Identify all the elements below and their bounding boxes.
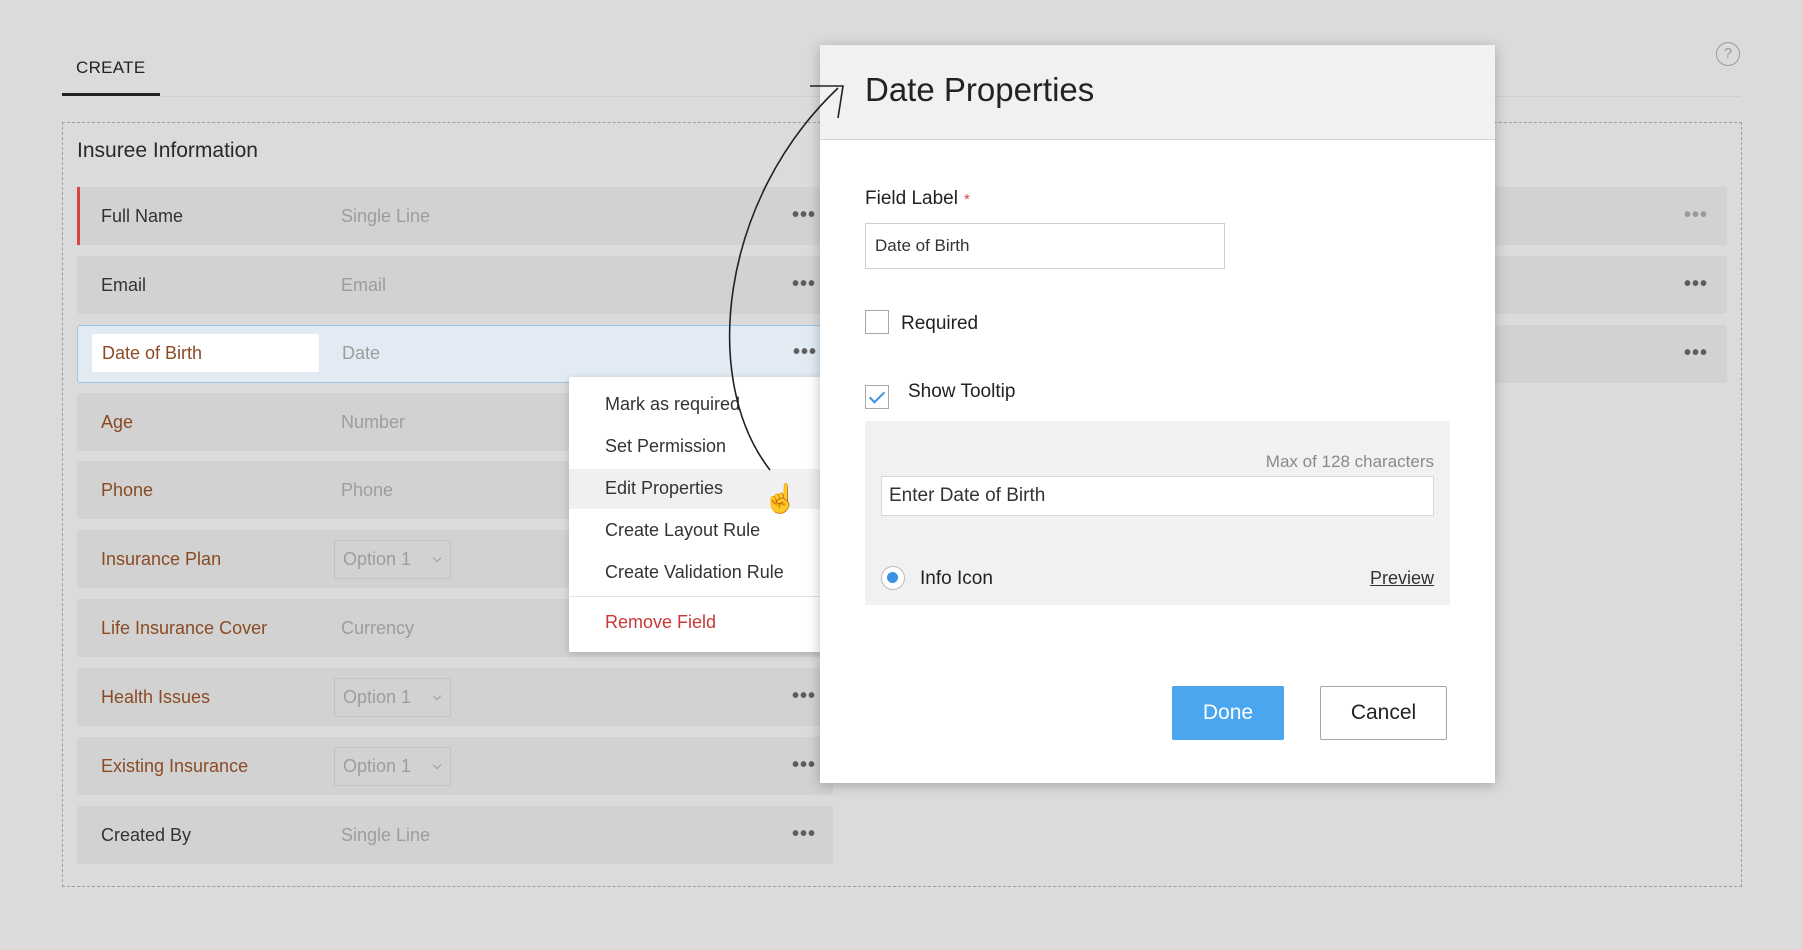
field-type: Single Line <box>341 206 431 226</box>
right-field-row[interactable]: ••• <box>1494 187 1727 245</box>
section-title: Insuree Information <box>77 139 258 162</box>
preview-link[interactable]: Preview <box>1370 568 1434 589</box>
more-options-icon[interactable]: ••• <box>792 754 816 777</box>
field-label: Phone <box>101 480 154 500</box>
hand-cursor-icon: ☝ <box>763 483 798 514</box>
field-label: Email <box>101 275 147 295</box>
required-label: Required <box>901 313 979 334</box>
chevron-down-icon <box>432 553 442 563</box>
show-tooltip-label: Show Tooltip <box>908 381 1016 402</box>
field-label: Life Insurance Cover <box>101 618 268 638</box>
field-row-health-issues[interactable]: Health Issues Option 1 ••• <box>77 668 833 726</box>
field-row-email[interactable]: Email Email ••• <box>77 256 833 314</box>
show-tooltip-checkbox[interactable] <box>865 385 889 409</box>
field-row-full-name[interactable]: Full Name Single Line ••• <box>77 187 833 245</box>
field-label-text: Field Label <box>865 188 958 209</box>
right-field-row[interactable]: ••• <box>1494 325 1727 383</box>
field-type: Currency <box>341 618 415 638</box>
field-type: Single Line <box>341 825 431 845</box>
field-label: Insurance Plan <box>101 549 222 569</box>
field-label: Full Name <box>101 206 184 226</box>
tooltip-settings-panel: Max of 128 characters Info Icon Preview <box>865 421 1450 605</box>
chevron-down-icon <box>432 760 442 770</box>
more-options-icon[interactable]: ••• <box>1684 204 1708 227</box>
field-label-input[interactable] <box>865 223 1225 269</box>
menu-item-mark-required[interactable]: Mark as required <box>605 394 740 415</box>
more-options-icon[interactable]: ••• <box>792 823 816 846</box>
field-row-existing-insurance[interactable]: Existing Insurance Option 1 ••• <box>77 737 833 795</box>
menu-divider <box>569 596 822 597</box>
menu-item-create-layout-rule[interactable]: Create Layout Rule <box>605 520 760 541</box>
field-row-created-by[interactable]: Created By Single Line ••• <box>77 806 833 864</box>
more-options-icon[interactable]: ••• <box>793 341 817 364</box>
select-value: Option 1 <box>343 756 412 776</box>
menu-item-set-permission[interactable]: Set Permission <box>605 436 726 457</box>
field-type: Email <box>341 275 387 295</box>
more-options-icon[interactable]: ••• <box>1684 273 1708 296</box>
tab-active-underline <box>62 93 160 96</box>
field-type: Number <box>341 412 406 432</box>
menu-item-remove-field[interactable]: Remove Field <box>605 612 716 633</box>
max-chars-hint: Max of 128 characters <box>1265 452 1434 471</box>
field-label: Existing Insurance <box>101 756 249 776</box>
info-icon-label: Info Icon <box>920 568 993 589</box>
option-select[interactable]: Option 1 <box>334 540 451 579</box>
dialog-header: Date Properties <box>820 45 1495 140</box>
more-options-icon[interactable]: ••• <box>1684 342 1708 365</box>
info-icon-radio[interactable] <box>881 566 905 590</box>
required-checkbox[interactable] <box>865 310 889 334</box>
more-options-icon[interactable]: ••• <box>792 204 816 227</box>
option-select[interactable]: Option 1 <box>334 678 451 717</box>
field-type: Phone <box>341 480 394 500</box>
menu-item-edit-properties[interactable]: Edit Properties <box>605 478 723 499</box>
field-label: Created By <box>101 825 192 845</box>
menu-item-create-validation-rule[interactable]: Create Validation Rule <box>605 562 784 583</box>
option-select[interactable]: Option 1 <box>334 747 451 786</box>
help-icon[interactable]: ? <box>1716 42 1740 66</box>
done-button[interactable]: Done <box>1172 686 1284 740</box>
field-label-caption: Field Label * <box>865 188 970 210</box>
more-options-icon[interactable]: ••• <box>792 273 816 296</box>
tooltip-text-input[interactable] <box>881 476 1434 516</box>
tab-create[interactable]: CREATE <box>76 58 146 78</box>
chevron-down-icon <box>432 691 442 701</box>
select-value: Option 1 <box>343 549 412 569</box>
field-label: Health Issues <box>101 687 211 707</box>
field-label: Age <box>101 412 134 432</box>
field-label: Date of Birth <box>102 343 203 363</box>
required-accent <box>77 187 80 245</box>
more-options-icon[interactable]: ••• <box>792 685 816 708</box>
cancel-button[interactable]: Cancel <box>1320 686 1447 740</box>
field-row-date-of-birth[interactable]: Date of Birth Date ••• <box>77 325 833 383</box>
select-value: Option 1 <box>343 687 412 707</box>
right-field-row[interactable]: ••• <box>1494 256 1727 314</box>
field-type: Date <box>342 343 381 363</box>
required-star: * <box>963 191 970 208</box>
date-properties-dialog: Date Properties Field Label * Required Sh… <box>820 45 1495 783</box>
dialog-title: Date Properties <box>865 71 1095 108</box>
